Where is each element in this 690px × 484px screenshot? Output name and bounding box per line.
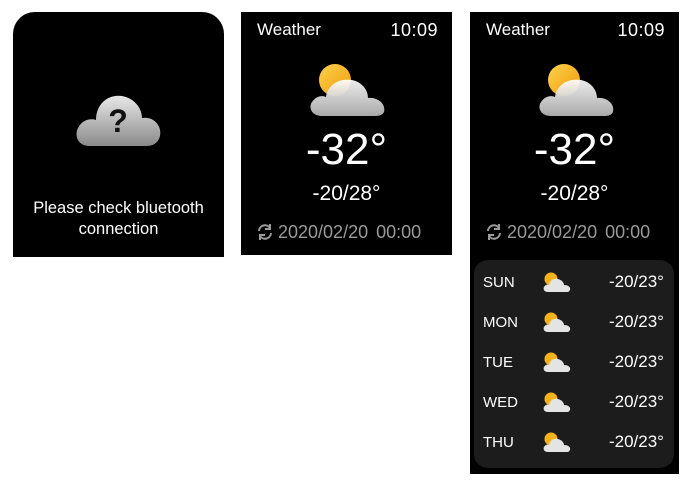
bluetooth-error-screen: ? Please check bluetooth connection	[13, 12, 224, 257]
sync-time: 00:00	[376, 222, 422, 242]
forecast-day: THU	[483, 433, 514, 451]
forecast-row-wed: WED -20/23°	[474, 384, 674, 420]
forecast-row-tue: TUE -20/23°	[474, 344, 674, 380]
partly-cloudy-icon	[310, 64, 385, 116]
forecast-range: -20/23°	[608, 432, 664, 451]
partly-cloudy-icon	[543, 392, 571, 412]
forecast-day: WED	[483, 393, 518, 411]
sync-date: 2020/02/20	[278, 222, 369, 242]
partly-cloudy-icon	[543, 312, 571, 332]
sync-time: 00:00	[605, 222, 651, 242]
current-temperature: -32°	[533, 125, 616, 174]
partly-cloudy-icon	[543, 352, 571, 372]
forecast-day: TUE	[483, 353, 513, 371]
forecast-list[interactable]: SUN -20/23° MON -20/23° TUE -20/23° WED …	[474, 260, 674, 468]
app-title: Weather	[486, 20, 550, 39]
clock-time: 10:09	[390, 20, 438, 40]
cloud-question-icon: ?	[76, 95, 161, 146]
sync-date: 2020/02/20	[507, 222, 598, 242]
svg-text:?: ?	[108, 103, 128, 139]
temperature-range: -20/28°	[540, 182, 609, 205]
forecast-day: SUN	[483, 273, 515, 291]
partly-cloudy-icon	[543, 432, 571, 452]
forecast-row-mon: MON -20/23°	[474, 304, 674, 340]
forecast-range: -20/23°	[608, 272, 664, 291]
temperature-range: -20/28°	[312, 182, 381, 205]
partly-cloudy-icon	[543, 272, 571, 292]
refresh-icon[interactable]	[484, 222, 504, 242]
sync-status[interactable]: 2020/02/20 00:00	[484, 221, 650, 243]
refresh-icon[interactable]	[255, 222, 275, 242]
bluetooth-error-message: Please check bluetooth connection	[33, 199, 204, 238]
forecast-day: MON	[483, 313, 518, 331]
forecast-range: -20/23°	[608, 392, 664, 411]
forecast-row-sun: SUN -20/23°	[474, 264, 674, 300]
clock-time: 10:09	[617, 20, 665, 40]
forecast-row-thu: THU -20/23°	[474, 424, 674, 460]
forecast-range: -20/23°	[608, 312, 664, 331]
weather-screen: Weather 10:09 -32° -20/28° 2020/02/20 00…	[241, 12, 452, 255]
partly-cloudy-icon	[539, 64, 614, 116]
sync-status[interactable]: 2020/02/20 00:00	[255, 221, 421, 243]
forecast-screen: Weather 10:09 -32° -20/28° 2020/02/20 00…	[470, 12, 679, 474]
app-title: Weather	[257, 20, 321, 39]
forecast-range: -20/23°	[608, 352, 664, 371]
current-temperature: -32°	[305, 125, 388, 174]
